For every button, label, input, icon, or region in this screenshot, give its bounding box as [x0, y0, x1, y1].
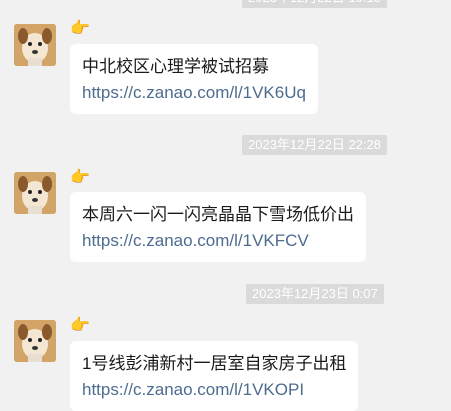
avatar[interactable] [14, 172, 56, 214]
message-timestamp: 2023年12月22日 22:28 [242, 135, 387, 155]
message-link[interactable]: https://c.zanao.com/l/1VK6Uq [82, 80, 306, 106]
message-bubble[interactable]: 本周六一闪一闪亮晶晶下雪场低价出 https://c.zanao.com/l/1… [70, 192, 366, 262]
message-title: 1号线彭浦新村一居室自家房子出租 [82, 354, 347, 373]
message-bubble[interactable]: 中北校区心理学被试招募 https://c.zanao.com/l/1VK6Uq [70, 44, 318, 114]
message-bubble[interactable]: 1号线彭浦新村一居室自家房子出租 https://c.zanao.com/l/1… [70, 341, 359, 411]
dog-avatar-icon [14, 24, 56, 66]
message-timestamp: 2023年12月23日 0:07 [246, 284, 384, 304]
pointing-hand-icon: 👉 [70, 317, 90, 334]
message-title: 本周六一闪一闪亮晶晶下雪场低价出 [82, 205, 354, 224]
message-title: 中北校区心理学被试招募 [82, 57, 269, 76]
dog-avatar-icon [14, 172, 56, 214]
avatar[interactable] [14, 320, 56, 362]
message-timestamp: 2023年12月22日 10:19 [242, 0, 387, 8]
message-link[interactable]: https://c.zanao.com/l/1VKFCV [82, 228, 354, 254]
avatar[interactable] [14, 24, 56, 66]
pointing-hand-icon: 👉 [70, 169, 90, 186]
pointing-hand-icon: 👉 [70, 20, 90, 37]
dog-avatar-icon [14, 320, 56, 362]
message-link[interactable]: https://c.zanao.com/l/1VKOPI [82, 377, 346, 403]
